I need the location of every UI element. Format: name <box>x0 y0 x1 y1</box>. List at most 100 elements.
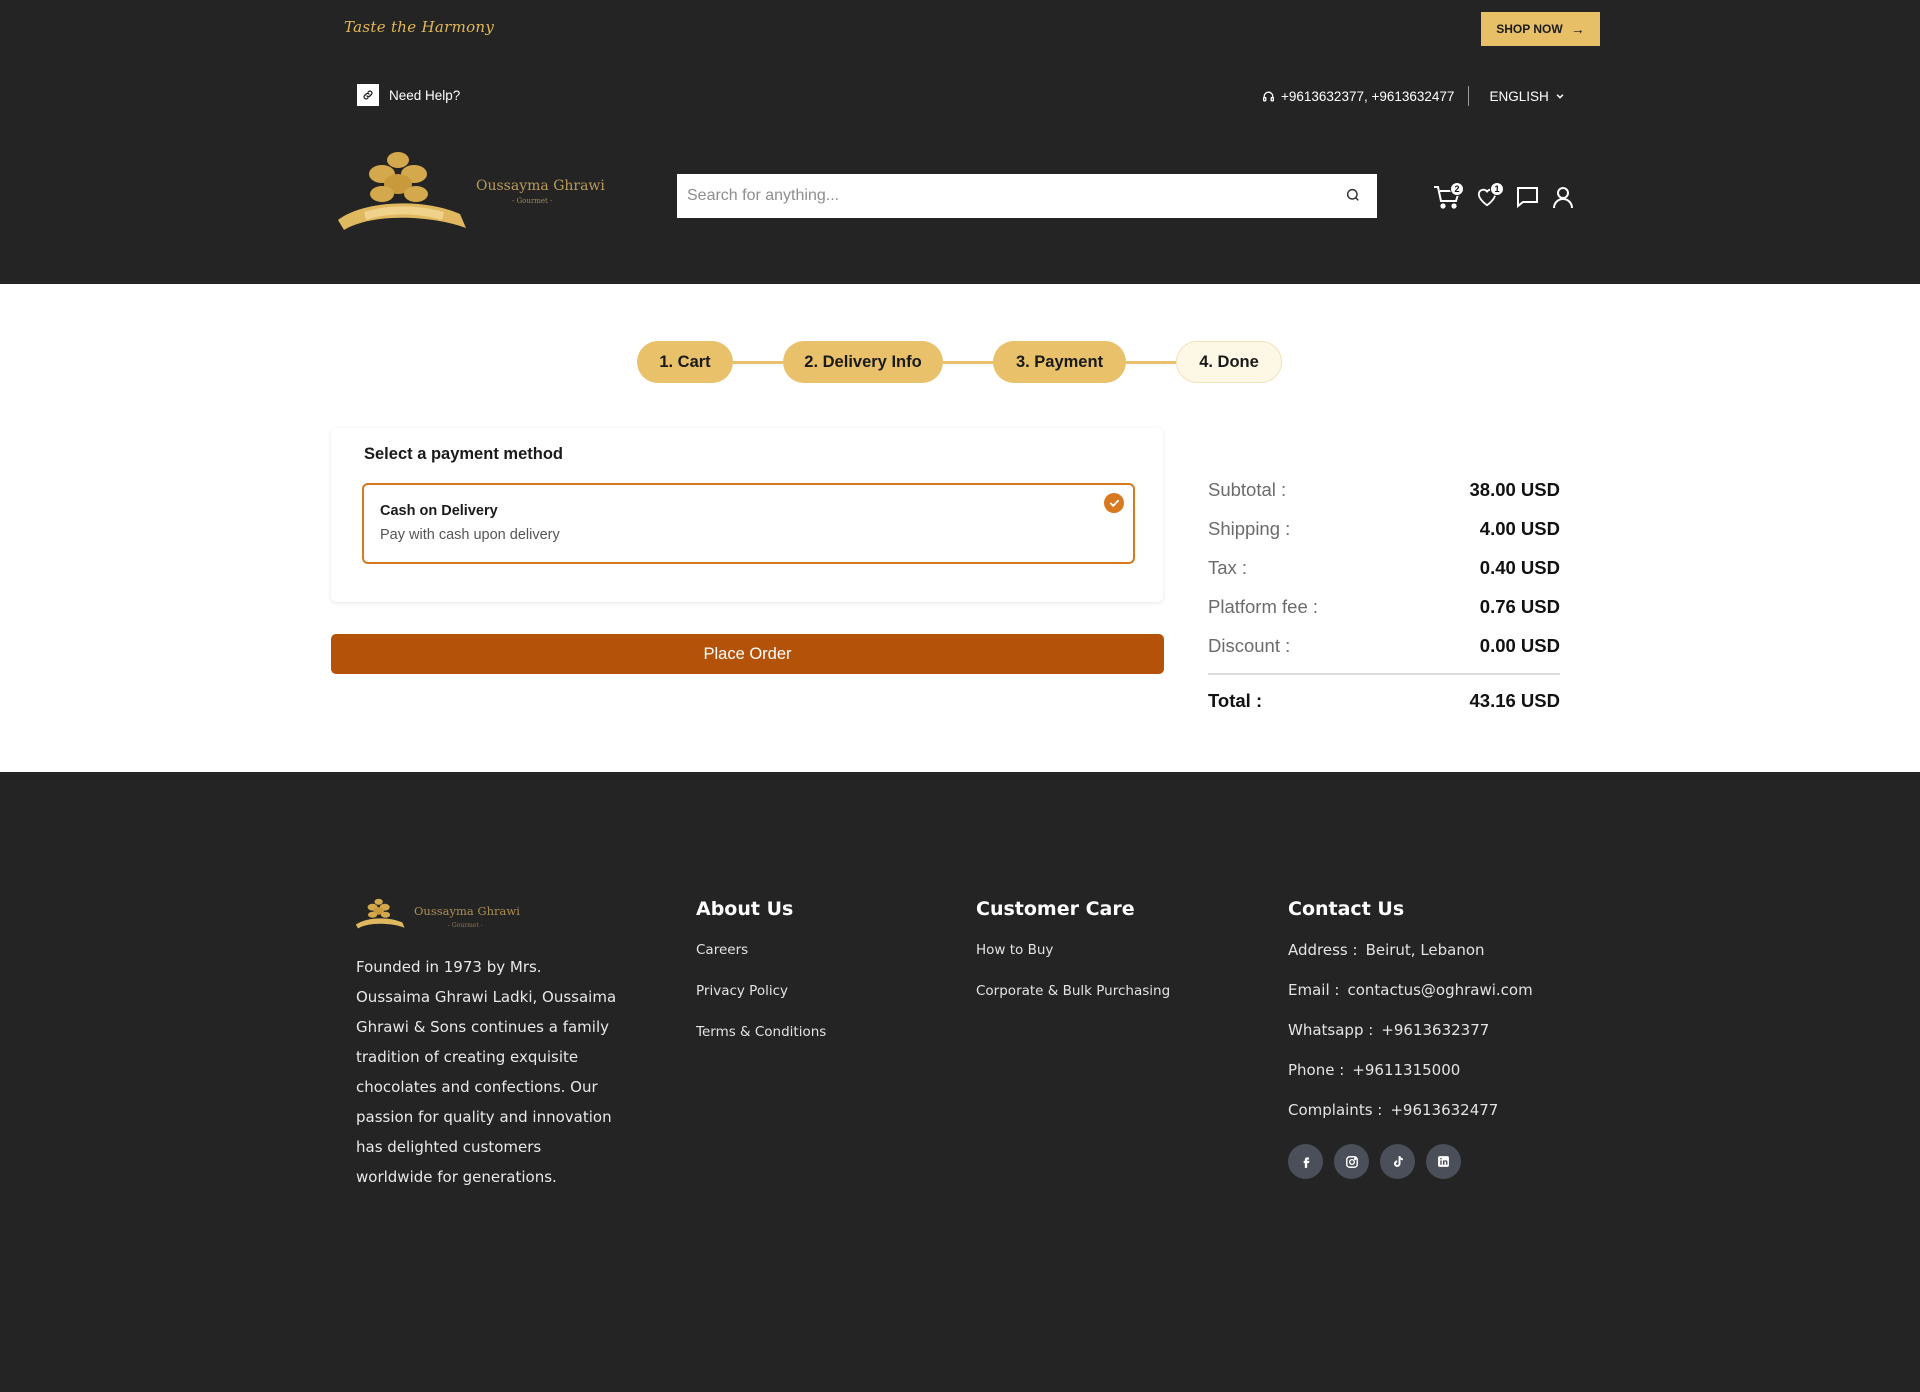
step-done[interactable]: 4. Done <box>1176 341 1282 383</box>
summary-divider <box>1208 673 1560 675</box>
option-title: Cash on Delivery <box>380 503 498 519</box>
contact-key: Complaints : <box>1288 1101 1383 1119</box>
need-help-link[interactable]: Need Help? <box>357 84 460 106</box>
contact-key: Email : <box>1288 981 1340 999</box>
search-input[interactable] <box>677 175 1317 217</box>
shop-now-label: SHOP NOW <box>1496 22 1563 36</box>
contact-whatsapp: Whatsapp : +9613632377 <box>1288 1020 1533 1060</box>
search-bar <box>677 174 1377 218</box>
header-phones: +9613632377, +9613632477 <box>1281 88 1455 104</box>
messages-button[interactable] <box>1510 180 1544 214</box>
summary-value: 0.40 USD <box>1479 556 1560 578</box>
contact-email: Email : contactus@oghrawi.com <box>1288 980 1533 1020</box>
payment-method-title: Select a payment method <box>364 445 563 463</box>
footer-link-how-to-buy[interactable]: How to Buy <box>976 940 1170 981</box>
footer-about-text: Founded in 1973 by Mrs. Oussaima Ghrawi … <box>356 958 617 1186</box>
footer-customer-care-title: Customer Care <box>976 898 1135 920</box>
total-value: 43.16 USD <box>1469 689 1561 711</box>
divider <box>1468 86 1470 106</box>
summary-row-platform-fee: Platform fee : 0.76 USD <box>1208 587 1560 626</box>
summary-value: 4.00 USD <box>1479 517 1560 539</box>
footer-about-us: About Us Careers Privacy Policy Terms & … <box>696 898 826 1063</box>
language-label: ENGLISH <box>1489 88 1549 104</box>
header-actions: 2 1 <box>1430 180 1580 214</box>
footer-contact-title: Contact Us <box>1288 898 1405 920</box>
summary-label: Shipping : <box>1208 517 1291 539</box>
contact-value[interactable]: +9613632477 <box>1390 1101 1498 1119</box>
total-label: Total : <box>1208 689 1263 711</box>
summary-row-tax: Tax : 0.40 USD <box>1208 548 1560 587</box>
footer-link-careers[interactable]: Careers <box>696 940 826 981</box>
footer-logo[interactable]: Oussayma Ghrawi - Gourmet - <box>354 898 524 936</box>
site-header: Taste the Harmony SHOP NOW → Need Help? … <box>0 0 1920 284</box>
place-order-button[interactable]: Place Order <box>331 634 1164 674</box>
summary-label: Discount : <box>1208 634 1291 656</box>
summary-label: Tax : <box>1208 556 1248 578</box>
contact-phone: Phone : +9611315000 <box>1288 1060 1533 1100</box>
contact-value: Beirut, Lebanon <box>1365 941 1485 959</box>
checkout-stepper: 1. Cart 2. Delivery Info 3. Payment 4. D… <box>637 341 1282 383</box>
contact-address: Address : Beirut, Lebanon <box>1288 940 1533 980</box>
footer-logo-name: Oussayma Ghrawi <box>414 904 520 918</box>
summary-row-discount: Discount : 0.00 USD <box>1208 626 1560 665</box>
tagline: Taste the Harmony <box>344 18 495 36</box>
logo-subtitle: - Gourmet - <box>512 197 553 205</box>
order-summary: Subtotal : 38.00 USD Shipping : 4.00 USD… <box>1208 470 1560 720</box>
account-button[interactable] <box>1546 180 1580 214</box>
shop-now-button[interactable]: SHOP NOW → <box>1481 12 1600 46</box>
step-delivery-info[interactable]: 2. Delivery Info <box>783 341 943 383</box>
arrow-right-icon: → <box>1570 21 1585 37</box>
summary-label: Subtotal : <box>1208 478 1287 500</box>
contact-complaints: Complaints : +9613632477 <box>1288 1100 1533 1140</box>
summary-label: Platform fee : <box>1208 595 1319 617</box>
option-description: Pay with cash upon delivery <box>380 527 560 543</box>
summary-value: 0.76 USD <box>1479 595 1560 617</box>
logo-emblem-icon <box>355 898 405 929</box>
wishlist-button[interactable]: 1 <box>1470 180 1504 214</box>
language-selector[interactable]: ENGLISH <box>1489 89 1564 104</box>
user-icon <box>1553 187 1573 209</box>
contact-key: Address : <box>1288 941 1358 959</box>
instagram-icon[interactable] <box>1334 1144 1369 1179</box>
footer-link-privacy-policy[interactable]: Privacy Policy <box>696 981 826 1022</box>
contact-key: Whatsapp : <box>1288 1021 1374 1039</box>
tiktok-icon[interactable] <box>1380 1144 1415 1179</box>
chevron-down-icon <box>1556 94 1564 99</box>
site-logo[interactable]: Oussayma Ghrawi - Gourmet - <box>334 150 605 234</box>
contact-value[interactable]: +9613632377 <box>1381 1021 1489 1039</box>
chat-icon <box>1517 187 1538 208</box>
summary-value: 0.00 USD <box>1479 634 1560 656</box>
search-icon[interactable] <box>1345 187 1363 205</box>
step-connector <box>943 360 993 364</box>
wishlist-count-badge: 1 <box>1490 182 1504 196</box>
cart-button[interactable]: 2 <box>1430 180 1464 214</box>
summary-value: 38.00 USD <box>1469 478 1561 500</box>
step-payment[interactable]: 3. Payment <box>993 341 1126 383</box>
step-connector <box>733 360 783 364</box>
cash-on-delivery-option[interactable]: Cash on Delivery Pay with cash upon deli… <box>362 483 1135 564</box>
footer-customer-care: Customer Care How to Buy Corporate & Bul… <box>976 898 1170 1022</box>
check-icon <box>1104 493 1124 513</box>
need-help-label: Need Help? <box>389 87 461 103</box>
footer-contact-us: Contact Us Address : Beirut, Lebanon Emai… <box>1288 898 1533 1179</box>
contact-value[interactable]: +9611315000 <box>1352 1061 1460 1079</box>
payment-method-card: Select a payment method Cash on Delivery… <box>331 428 1163 602</box>
linkedin-icon[interactable] <box>1426 1144 1461 1179</box>
contact-value[interactable]: contactus@oghrawi.com <box>1347 981 1532 999</box>
headset-icon <box>1262 90 1275 103</box>
logo-name: Oussayma Ghrawi <box>476 178 605 194</box>
facebook-icon[interactable] <box>1288 1144 1323 1179</box>
link-icon <box>357 84 379 106</box>
header-contact: +9613632377, +9613632477 ENGLISH <box>1262 86 1565 106</box>
footer-link-corporate-bulk[interactable]: Corporate & Bulk Purchasing <box>976 981 1170 1022</box>
summary-row-subtotal: Subtotal : 38.00 USD <box>1208 470 1560 509</box>
summary-row-shipping: Shipping : 4.00 USD <box>1208 509 1560 548</box>
logo-emblem-icon <box>338 152 466 230</box>
contact-key: Phone : <box>1288 1061 1345 1079</box>
cart-count-badge: 2 <box>1450 182 1464 196</box>
footer-logo-subtitle: - Gourmet - <box>448 922 483 929</box>
footer-link-terms[interactable]: Terms & Conditions <box>696 1022 826 1063</box>
step-cart[interactable]: 1. Cart <box>637 341 733 383</box>
step-connector <box>1126 360 1176 364</box>
site-footer: Oussayma Ghrawi - Gourmet - Founded in 1… <box>0 772 1920 1392</box>
